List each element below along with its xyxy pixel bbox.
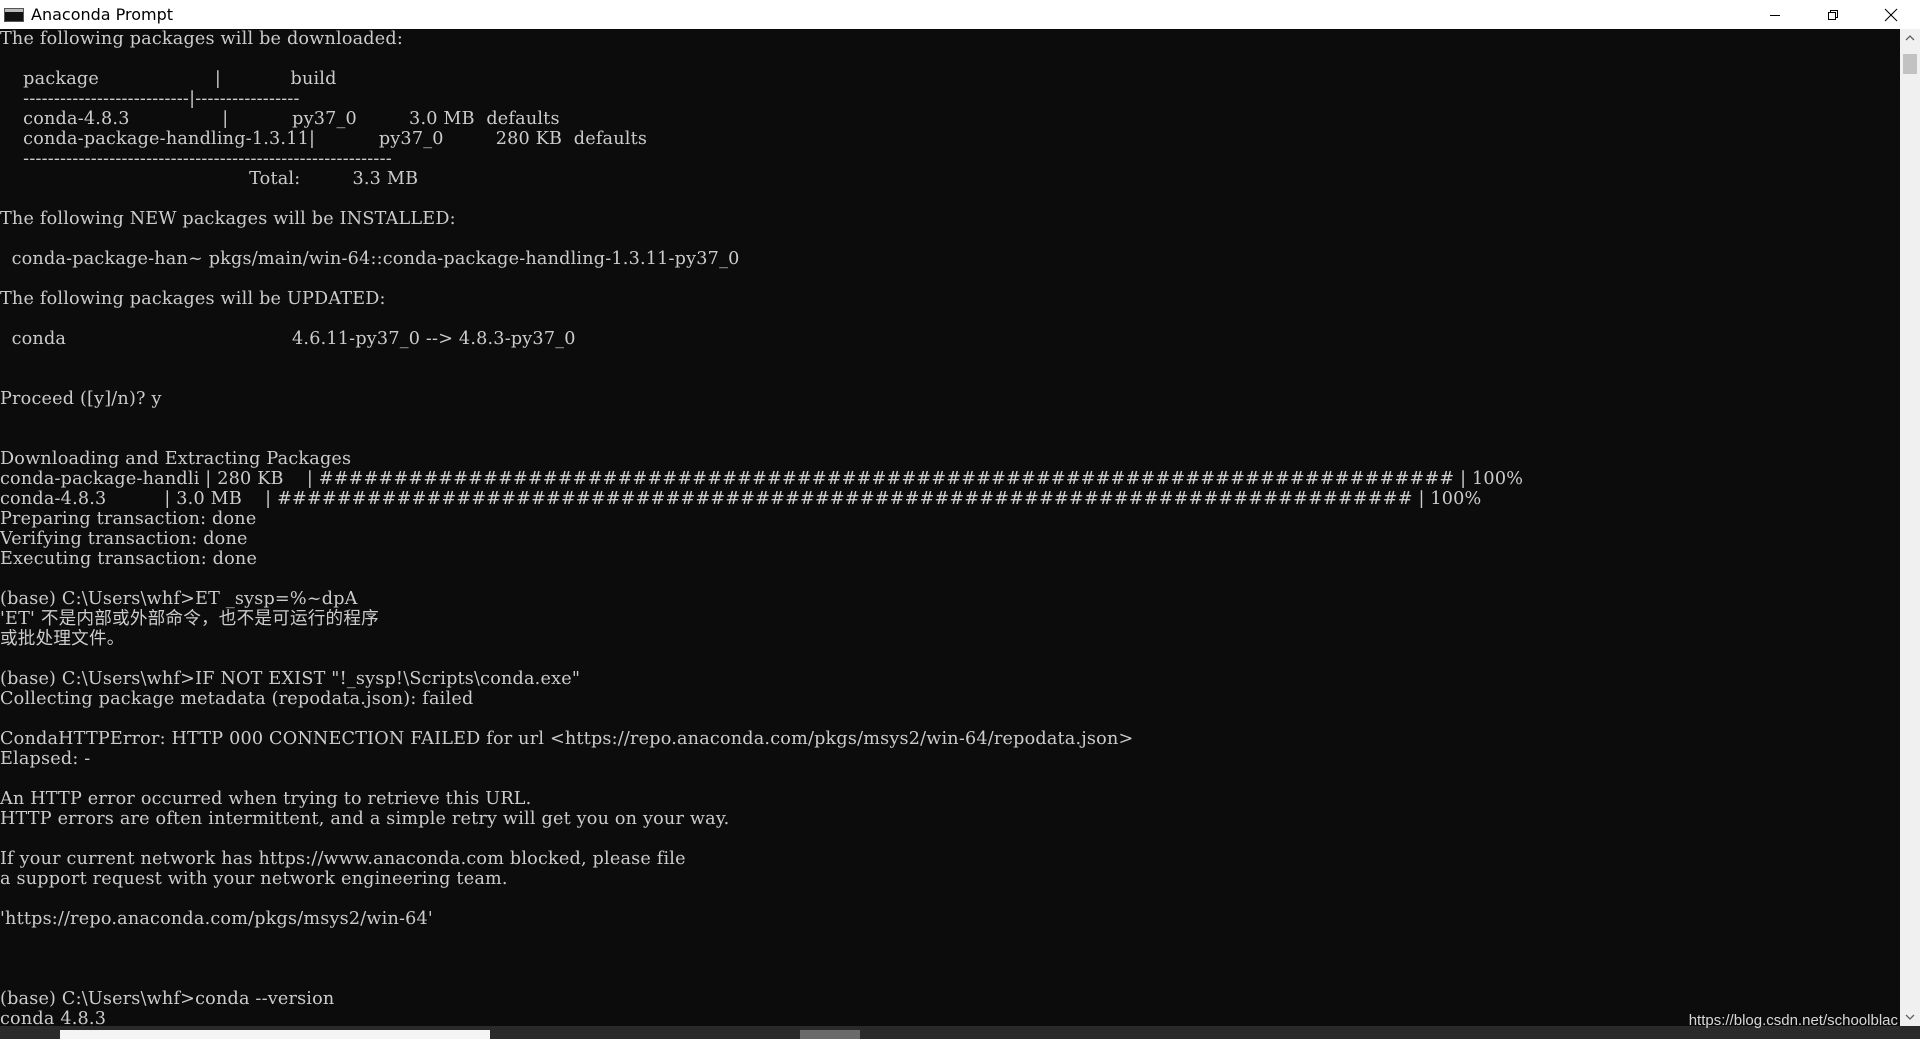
console-line: conda-4.8.3 | py37_0 3.0 MB defaults bbox=[0, 109, 560, 129]
watermark-text: https://blog.csdn.net/schoolblac bbox=[1688, 1012, 1898, 1029]
chevron-down-icon bbox=[1905, 1014, 1915, 1020]
restore-button[interactable] bbox=[1804, 0, 1862, 29]
title-bar[interactable]: Anaconda Prompt bbox=[0, 0, 1920, 29]
console-line: conda-package-handli | 280 KB | ########… bbox=[0, 469, 1524, 489]
scroll-up-button[interactable] bbox=[1900, 29, 1920, 47]
console-line: a support request with your network engi… bbox=[0, 869, 508, 889]
console-line: conda 4.6.11-py37_0 --> 4.8.3-py37_0 bbox=[0, 329, 576, 349]
scroll-thumb-horizontal[interactable] bbox=[60, 1030, 490, 1039]
minimize-icon bbox=[1770, 14, 1780, 16]
window-controls bbox=[1746, 0, 1920, 29]
scroll-track-segment bbox=[800, 1030, 860, 1039]
console-line: Proceed ([y]/n)? y bbox=[0, 389, 162, 409]
console-line: 'ET' 不是内部或外部命令，也不是可运行的程序 bbox=[0, 609, 379, 629]
console-line: Verifying transaction: done bbox=[0, 529, 248, 549]
console-output[interactable]: The following packages will be downloade… bbox=[0, 29, 1900, 1026]
console-line: conda 4.8.3 bbox=[0, 1009, 107, 1026]
console-line: Elapsed: - bbox=[0, 749, 91, 769]
console-line: (base) C:\Users\whf>IF NOT EXIST "!_sysp… bbox=[0, 669, 581, 689]
console-line: An HTTP error occurred when trying to re… bbox=[0, 789, 532, 809]
console-line: The following packages will be UPDATED: bbox=[0, 289, 386, 309]
vertical-scrollbar[interactable] bbox=[1900, 29, 1920, 1026]
scroll-down-button[interactable] bbox=[1900, 1008, 1920, 1026]
scroll-thumb[interactable] bbox=[1903, 54, 1917, 74]
console-line: The following NEW packages will be INSTA… bbox=[0, 209, 456, 229]
chevron-up-icon bbox=[1905, 35, 1915, 41]
anaconda-prompt-window: Anaconda Prompt The following packages w… bbox=[0, 0, 1920, 1039]
console-line: ---------------------------|------------… bbox=[0, 89, 300, 109]
console-line: The following packages will be downloade… bbox=[0, 29, 403, 49]
minimize-button[interactable] bbox=[1746, 0, 1804, 29]
console-line: Executing transaction: done bbox=[0, 549, 258, 569]
console-line: Downloading and Extracting Packages bbox=[0, 449, 352, 469]
console-line: If your current network has https://www.… bbox=[0, 849, 686, 869]
console-line: (base) C:\Users\whf>ET _sysp=%~dpA bbox=[0, 589, 358, 609]
console-line: conda-package-han~ pkgs/main/win-64::con… bbox=[0, 249, 740, 269]
window-title: Anaconda Prompt bbox=[31, 5, 174, 24]
console-line: ----------------------------------------… bbox=[0, 149, 392, 169]
console-line: conda-package-handling-1.3.11| py37_0 28… bbox=[0, 129, 648, 149]
console-line: Collecting package metadata (repodata.js… bbox=[0, 689, 474, 709]
console-line: Preparing transaction: done bbox=[0, 509, 257, 529]
restore-icon bbox=[1828, 9, 1838, 20]
horizontal-scrollbar[interactable] bbox=[0, 1026, 1920, 1039]
console-line: conda-4.8.3 | 3.0 MB | #################… bbox=[0, 489, 1482, 509]
close-button[interactable] bbox=[1862, 0, 1920, 29]
console-line: CondaHTTPError: HTTP 000 CONNECTION FAIL… bbox=[0, 729, 1134, 749]
console-line: Total: 3.3 MB bbox=[0, 169, 419, 189]
console-line: 或批处理文件。 bbox=[0, 629, 125, 649]
console-icon bbox=[4, 7, 24, 22]
console-line: package | build bbox=[0, 69, 337, 89]
console-line: (base) C:\Users\whf>conda --version bbox=[0, 989, 335, 1009]
close-icon bbox=[1884, 8, 1898, 21]
console-line: 'https://repo.anaconda.com/pkgs/msys2/wi… bbox=[0, 909, 433, 929]
console-line: HTTP errors are often intermittent, and … bbox=[0, 809, 730, 829]
